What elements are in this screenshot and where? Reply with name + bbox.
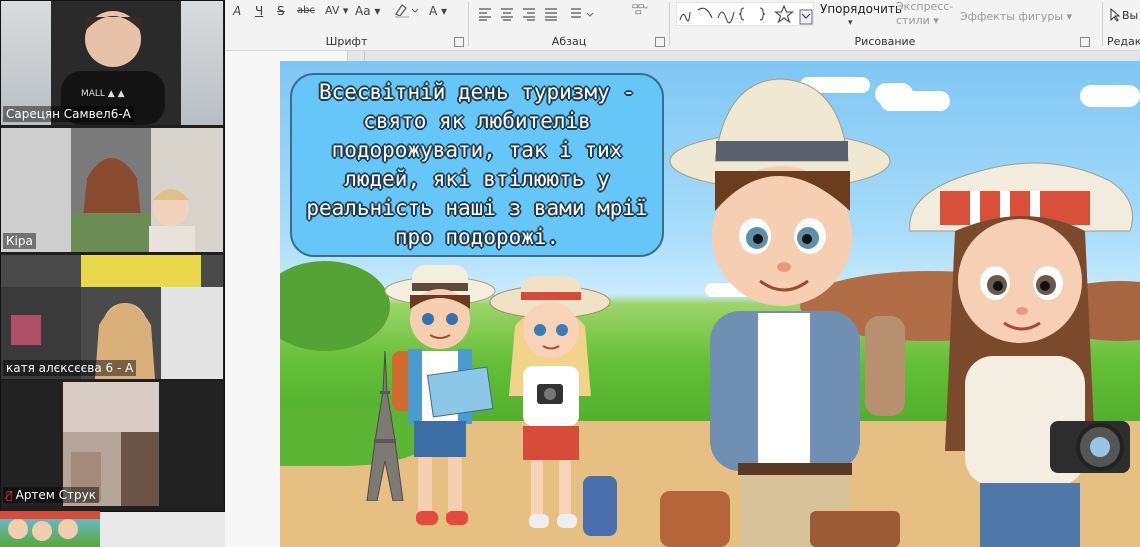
italic-button[interactable]: A [233,2,241,20]
quick-styles-button[interactable]: Экспресс-стили ▾ [896,0,956,27]
slide-text-box[interactable]: Всесвітній день туризму - свято як любит… [290,73,664,257]
drawing-dialog-launcher[interactable] [1080,37,1090,47]
cloud [1080,85,1140,107]
select-button[interactable]: Вы [1109,7,1139,26]
cursor-icon: Вы [1110,7,1138,22]
boy-illustration [660,78,905,547]
paragraph-group-label: Абзац [551,35,587,48]
arrange-button[interactable]: Упорядочить [820,0,902,18]
participant-name: Сарецян Самвел6-А [3,106,134,122]
select-label: Вы [1122,9,1138,22]
drawing-group-label: Рисование [854,35,916,48]
participant-name: Кіра [3,233,36,249]
shapes-gallery[interactable] [676,2,814,26]
arrange-dropdown-icon: ▾ [848,18,853,28]
small-girl-illustration [489,276,617,536]
convert-smartart-icon[interactable] [627,3,653,21]
participant-name-muted: 🎙̸ Артем Струк [3,487,100,503]
highlighter-icon [395,4,419,18]
editing-group: Вы Редакт [1103,0,1140,50]
paragraph-group: Абзац [469,0,669,50]
svg-text:MALL ▲ ▲: MALL ▲ ▲ [81,89,125,99]
drawing-group: Упорядочить ▾ Экспресс-стили ▾ Эффекты ф… [670,0,1100,50]
font-group: A Ч S abc AV ▾ Aa ▾ A ▾ Шрифт [225,0,468,50]
participant-video-tile[interactable]: MALL ▲ ▲ Сарецян Самвел6-А [1,1,223,125]
mic-off-icon: 🎙̸ [6,489,13,502]
slide-thumbnail[interactable] [0,511,100,547]
tree-canopy [280,261,390,351]
participant-video-tile[interactable]: 🎙̸ Артем Струк [1,382,223,506]
video-participants-panel: MALL ▲ ▲ Сарецян Самвел6-А Кіра катя алє… [0,0,225,512]
font-color-button[interactable]: A ▾ [429,2,447,20]
strikethrough-button[interactable]: S [277,2,285,20]
thumbnail-preview [0,511,100,541]
text-shadow-button[interactable]: abc [297,2,315,20]
change-case-button[interactable]: Aa ▾ [355,2,380,20]
slide-canvas[interactable]: Всесвітній день туризму - свято як любит… [280,61,1140,547]
girl-illustration [909,162,1133,547]
participant-name: Артем Струк [15,488,97,502]
participant-name: катя алєксєєва 6 - А [3,360,137,376]
small-boy-illustration [384,265,496,525]
font-group-label: Шрифт [325,35,368,48]
font-dialog-launcher[interactable] [454,37,464,47]
char-spacing-button[interactable]: AV ▾ [325,2,348,20]
alignment-icons[interactable] [479,5,599,23]
participant-video-tile[interactable]: Кіра [1,128,223,252]
paragraph-dialog-launcher[interactable] [655,37,665,47]
participant-video-tile[interactable]: катя алєксєєва 6 - А [1,255,223,379]
underline-button[interactable]: Ч [255,2,263,20]
editing-group-label: Редакт [1107,35,1140,48]
highlight-color-button[interactable] [393,2,419,20]
slide-text: Всесвітній день туризму - свято як любит… [306,80,648,249]
shape-effects-button[interactable]: Эффекты фигуры ▾ [960,8,1072,26]
